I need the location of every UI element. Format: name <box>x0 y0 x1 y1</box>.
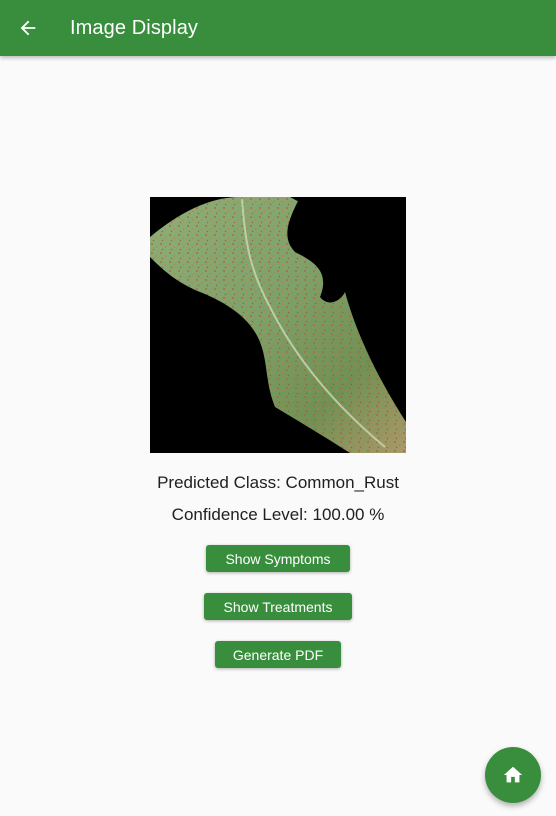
show-treatments-button[interactable]: Show Treatments <box>204 593 352 620</box>
page-title: Image Display <box>70 16 199 39</box>
show-symptoms-button[interactable]: Show Symptoms <box>206 545 350 572</box>
confidence-level-text: Confidence Level: 100.00 % <box>171 505 385 524</box>
back-button[interactable] <box>0 0 56 56</box>
app-screen: Image Display Predicted Class: Common_Ru… <box>0 0 556 816</box>
predicted-class-text: Predicted Class: Common_Rust <box>157 473 399 492</box>
leaf-image <box>150 197 406 453</box>
home-fab[interactable] <box>485 747 541 803</box>
app-bar: Image Display <box>0 0 556 56</box>
leaf-photo <box>150 197 406 453</box>
home-icon <box>503 766 523 783</box>
arrow-back-icon <box>20 20 36 36</box>
generate-pdf-button[interactable]: Generate PDF <box>215 641 341 668</box>
